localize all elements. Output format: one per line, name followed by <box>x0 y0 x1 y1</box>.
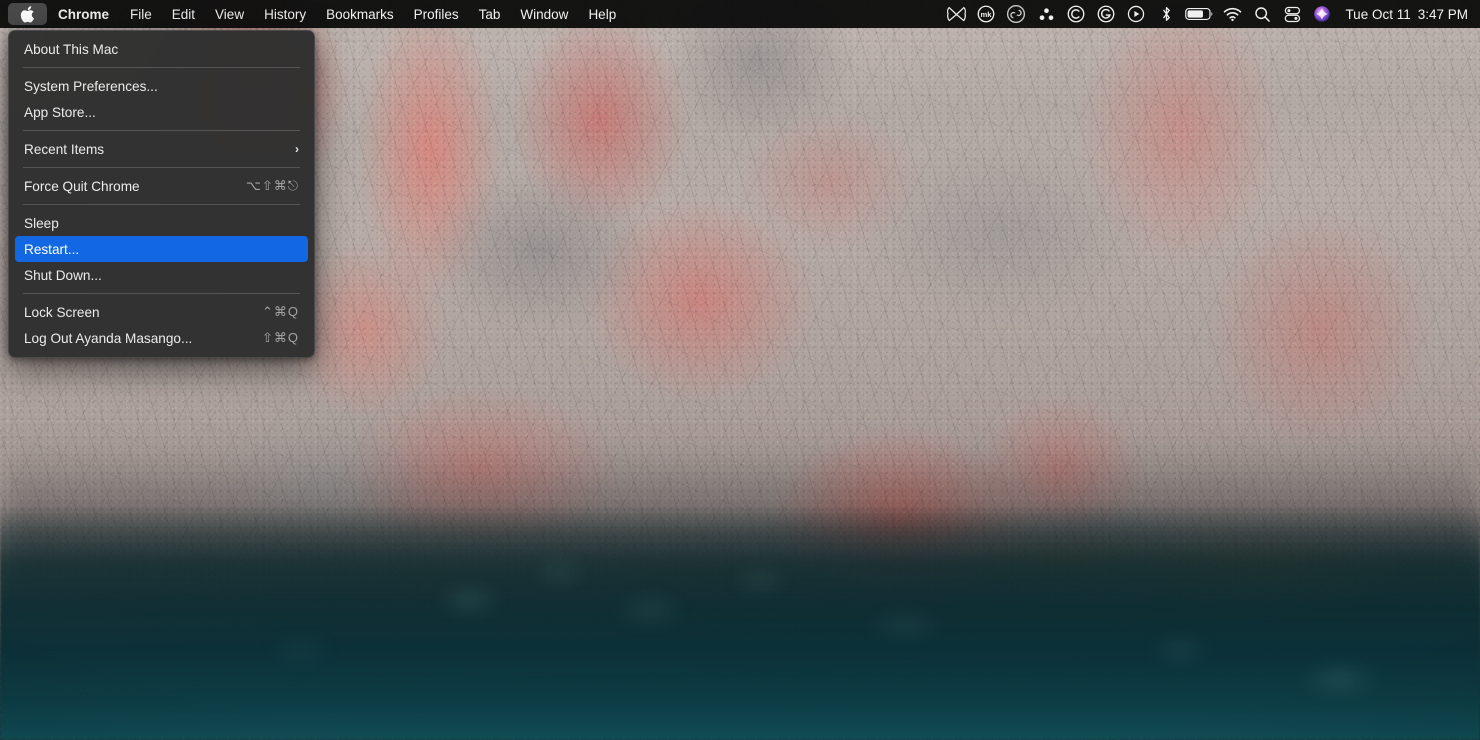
spotlight-search-icon[interactable] <box>1247 3 1277 25</box>
menu-item-label: Shut Down... <box>24 267 102 283</box>
menu-item-label: Recent Items <box>24 141 105 157</box>
menu-item-label: Log Out Ayanda Masango... <box>24 330 193 346</box>
menu-bar-item-view[interactable]: View <box>205 3 254 25</box>
menu-item-label: Sleep <box>24 215 59 231</box>
menu-bar-item-profiles[interactable]: Profiles <box>404 3 469 25</box>
grammarly-g-icon[interactable] <box>1091 3 1121 25</box>
menu-bar-item-bookmarks[interactable]: Bookmarks <box>316 3 404 25</box>
menu-item-lock-screen[interactable]: Lock Screen ⌃⌘Q <box>15 299 308 325</box>
menu-bar-item-help[interactable]: Help <box>578 3 626 25</box>
copyright-c-icon[interactable] <box>1061 3 1091 25</box>
menu-separator <box>23 130 300 131</box>
menu-item-label: Lock Screen <box>24 304 100 320</box>
menu-item-force-quit-chrome[interactable]: Force Quit Chrome ⌥⇧⌘⎋ <box>15 173 308 199</box>
butterfly-icon[interactable] <box>941 3 971 25</box>
menu-separator <box>23 167 300 168</box>
menu-separator <box>23 67 300 68</box>
chevron-right-icon: › <box>295 142 299 156</box>
menu-item-system-preferences[interactable]: System Preferences... <box>15 73 308 99</box>
play-circle-icon[interactable] <box>1121 3 1151 25</box>
svg-text:mk: mk <box>981 10 993 19</box>
apple-logo-icon <box>20 5 35 23</box>
clock-time: 3:47 PM <box>1417 6 1468 22</box>
macos-desktop: Chrome File Edit View History Bookmarks … <box>0 0 1480 740</box>
menu-item-restart[interactable]: Restart... <box>15 236 308 262</box>
asana-dots-icon[interactable] <box>1031 3 1061 25</box>
menu-bar: Chrome File Edit View History Bookmarks … <box>0 0 1480 28</box>
menu-item-label: About This Mac <box>24 41 119 57</box>
siri-icon[interactable] <box>1307 3 1337 25</box>
menu-bar-item-chrome[interactable]: Chrome <box>47 3 120 25</box>
mk-app-icon[interactable]: mk <box>971 3 1001 25</box>
wifi-icon[interactable] <box>1217 3 1247 25</box>
menu-bar-item-file[interactable]: File <box>120 3 162 25</box>
menu-item-shut-down[interactable]: Shut Down... <box>15 262 308 288</box>
menu-bar-app-menus: Chrome File Edit View History Bookmarks … <box>0 0 626 28</box>
menu-item-recent-items[interactable]: Recent Items › <box>15 136 308 162</box>
menu-item-shortcut: ⇧⌘Q <box>261 330 299 345</box>
menu-bar-status-items: mk Tue Oct 11 3:47 PM <box>941 0 1480 28</box>
menu-item-shortcut: ⌥⇧⌘⎋ <box>245 178 299 193</box>
menu-bar-item-history[interactable]: History <box>254 3 316 25</box>
menu-separator <box>23 204 300 205</box>
menu-bar-item-tab[interactable]: Tab <box>469 3 511 25</box>
menu-bar-item-window[interactable]: Window <box>510 3 578 25</box>
adobe-creative-cloud-icon[interactable] <box>1001 3 1031 25</box>
menu-item-label: App Store... <box>24 104 96 120</box>
apple-menu-dropdown: About This Mac System Preferences... App… <box>8 30 315 358</box>
menu-item-app-store[interactable]: App Store... <box>15 99 308 125</box>
control-center-icon[interactable] <box>1277 3 1307 25</box>
menu-item-label: Restart... <box>24 241 80 257</box>
menu-item-label: System Preferences... <box>24 78 158 94</box>
menu-separator <box>23 293 300 294</box>
bluetooth-icon[interactable] <box>1151 3 1181 25</box>
apple-menu-button[interactable] <box>8 3 47 25</box>
battery-icon[interactable] <box>1181 3 1217 25</box>
menu-item-shortcut: ⌃⌘Q <box>261 304 299 319</box>
menu-bar-item-edit[interactable]: Edit <box>162 3 205 25</box>
menu-bar-clock[interactable]: Tue Oct 11 3:47 PM <box>1345 7 1468 22</box>
menu-item-sleep[interactable]: Sleep <box>15 210 308 236</box>
menu-item-about-this-mac[interactable]: About This Mac <box>15 36 308 62</box>
menu-item-log-out[interactable]: Log Out Ayanda Masango... ⇧⌘Q <box>15 325 308 351</box>
clock-date: Tue Oct 11 <box>1345 6 1411 22</box>
menu-item-label: Force Quit Chrome <box>24 178 140 194</box>
